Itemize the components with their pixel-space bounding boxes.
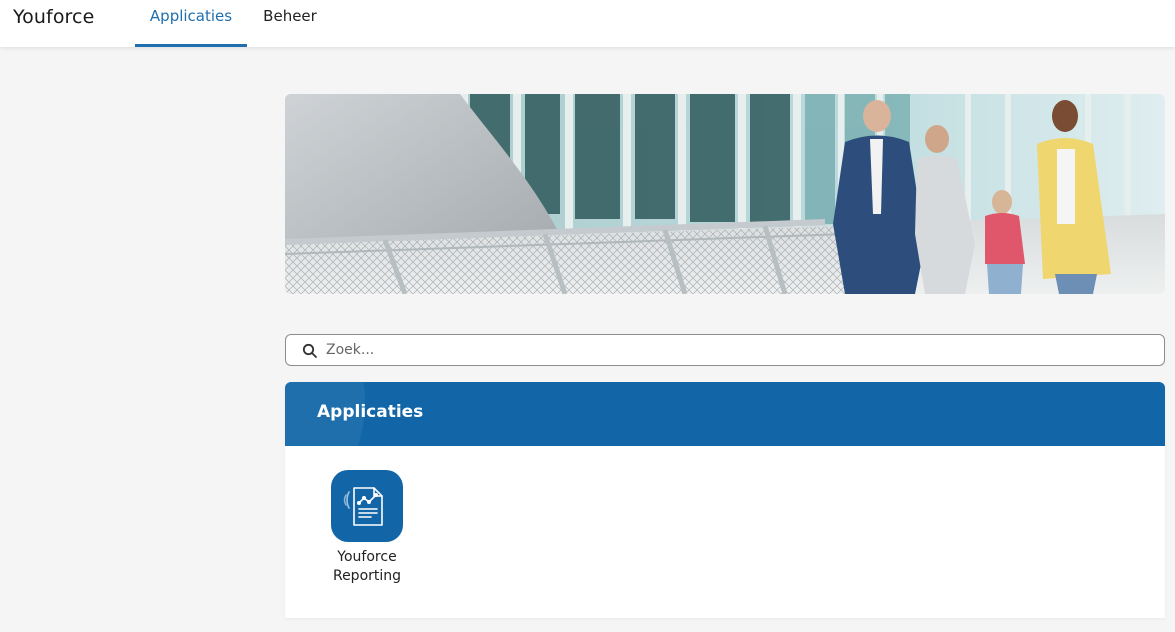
applications-panel: Applicaties Youforce Reporting xyxy=(285,382,1165,618)
app-label-line2: Reporting xyxy=(332,568,402,584)
applications-panel-title: Applicaties xyxy=(317,402,424,422)
tab-beheer[interactable]: Beheer xyxy=(255,0,325,47)
search-input[interactable] xyxy=(326,338,1146,362)
app-label[interactable]: Youforce Reporting xyxy=(321,548,413,586)
brand-logo-text[interactable]: Youforce xyxy=(13,6,94,28)
tab-applicaties[interactable]: Applicaties xyxy=(135,0,247,47)
top-navigation-bar: Youforce Applicaties Beheer xyxy=(0,0,1175,47)
search-icon xyxy=(302,343,318,359)
hero-banner-image xyxy=(285,94,1165,294)
report-document-icon[interactable] xyxy=(331,470,403,542)
search-bar[interactable] xyxy=(285,334,1165,366)
app-label-line1: Youforce xyxy=(337,549,397,565)
applications-panel-header: Applicaties xyxy=(285,382,1165,446)
